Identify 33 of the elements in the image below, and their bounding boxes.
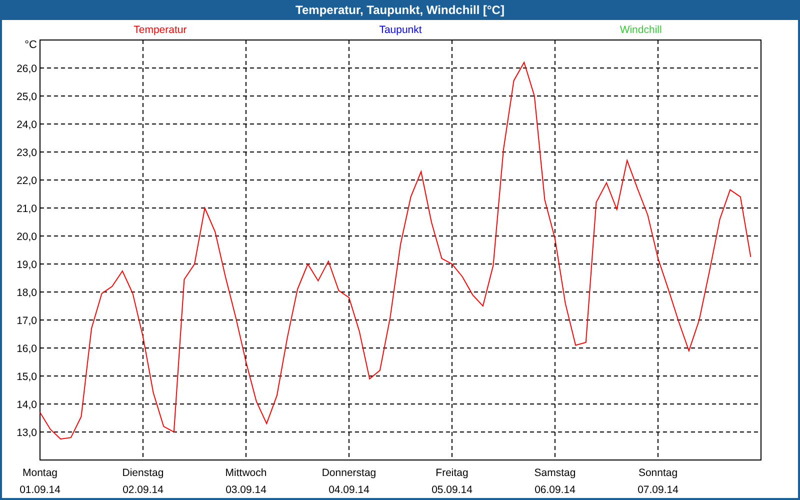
day-label: Donnerstag [322,467,376,479]
y-tick-label: 18,0 [16,287,37,299]
date-label: 04.09.14 [328,484,370,496]
day-label: Samstag [534,467,576,479]
unit-label: °C [24,39,37,51]
y-tick-label: 21,0 [16,203,37,215]
y-tick-label: 25,0 [16,91,37,103]
y-tick-label: 23,0 [16,147,37,159]
date-label: 06.09.14 [534,484,576,496]
y-tick-label: 19,0 [16,259,37,271]
y-tick-label: 22,0 [16,175,37,187]
day-label: Mittwoch [225,467,267,479]
legend-label: Windchill [620,24,662,36]
y-tick-label: 15,0 [16,371,37,383]
day-label: Montag [22,467,58,479]
y-tick-label: 13,0 [16,427,37,439]
y-tick-label: 16,0 [16,343,37,355]
legend-label: Temperatur [134,24,187,36]
y-tick-label: 24,0 [16,119,37,131]
date-label: 03.09.14 [226,484,266,496]
y-tick-label: 20,0 [16,231,37,243]
y-tick-label: 17,0 [16,315,37,327]
y-tick-label: 14,0 [16,399,37,411]
day-label: Freitag [436,467,468,479]
y-tick-label: 26,0 [16,63,37,75]
legend-label: Taupunkt [379,24,422,36]
date-label: 01.09.14 [20,484,60,496]
day-label: Sonntag [638,467,678,479]
date-label: 07.09.14 [638,484,678,496]
window-title: Temperatur, Taupunkt, Windchill [°C] [296,2,504,19]
date-label: 05.09.14 [432,484,472,496]
date-label: 02.09.14 [122,484,164,496]
day-label: Dienstag [122,467,164,479]
